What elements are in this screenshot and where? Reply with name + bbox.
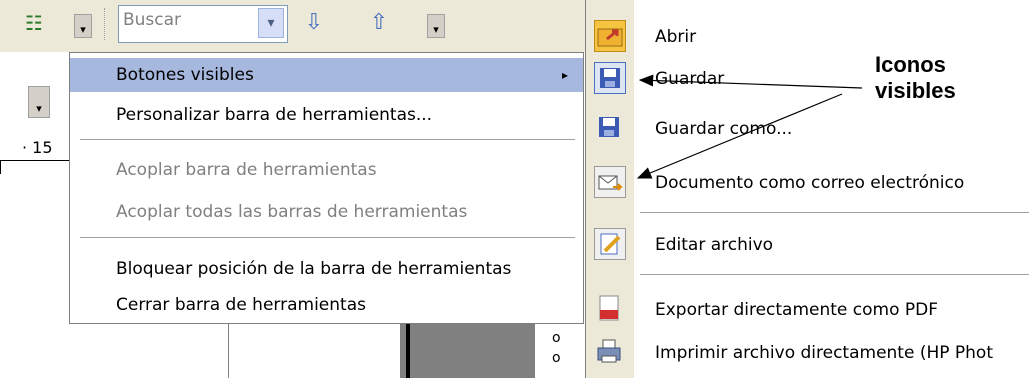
callout-arrow-save: [638, 74, 863, 89]
callout-arrow-email: [636, 93, 843, 179]
callout-arrows: [636, 74, 863, 179]
